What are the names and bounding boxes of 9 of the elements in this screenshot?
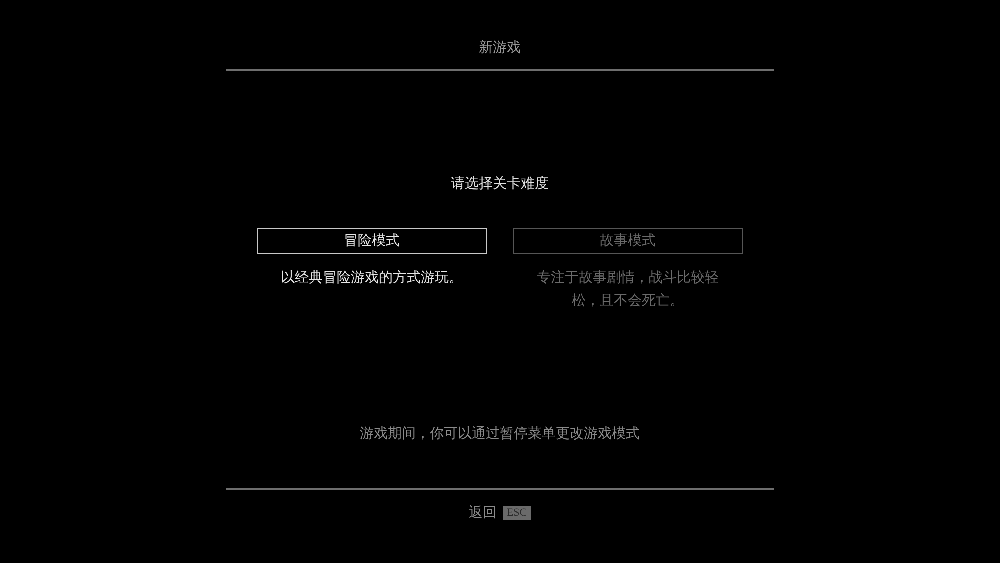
mode-description: 以经典冒险游戏的方式游玩。 <box>280 269 464 288</box>
difficulty-prompt: 请选择关卡难度 <box>451 175 549 194</box>
mode-button[interactable]: 故事模式 <box>513 228 743 254</box>
key-badge: ESC <box>502 506 532 520</box>
mode-description: 专注于故事剧情，战斗比较轻松，且不会死亡。 <box>536 269 720 311</box>
mode-button[interactable]: 冒险模式 <box>257 228 487 254</box>
back-link[interactable]: 返回 <box>468 503 497 523</box>
hint-text: 游戏期间，你可以通过暂停菜单更改游戏模式 <box>360 425 640 444</box>
screen-title: 新游戏 <box>479 39 521 58</box>
